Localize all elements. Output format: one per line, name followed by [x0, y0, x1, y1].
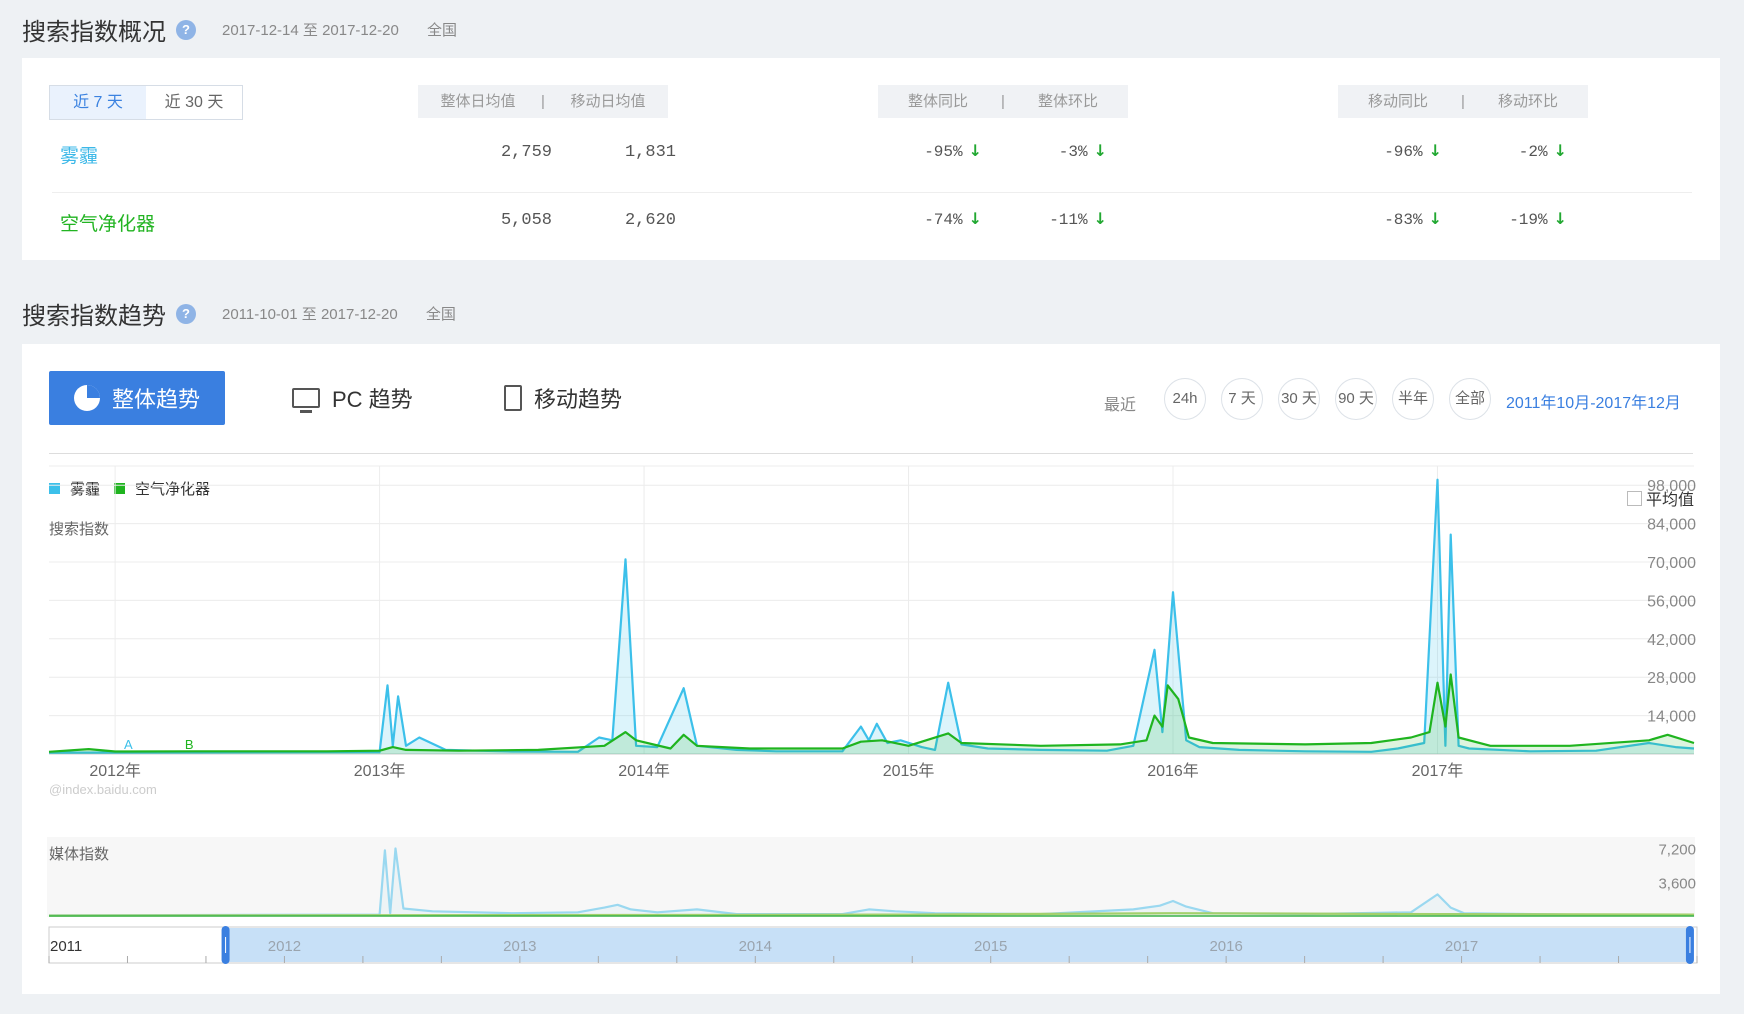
down-arrow-icon: ↓ — [1428, 141, 1442, 160]
navigator-tick-label: 2011 — [50, 938, 82, 955]
header-sep: | — [1461, 93, 1465, 110]
overall-daily-avg: 5,058 — [500, 211, 552, 230]
trend-meta: 2011-10-01 至 2017-12-20 全国 — [222, 303, 456, 324]
trend-chart-area: 搜索指数 @index.baidu.com 14,000 28,000 42,000… — [47, 465, 1698, 964]
media-y-label: 媒体指数 — [49, 846, 109, 863]
overview-date-range: 2017-12-14 至 2017-12-20 — [222, 22, 399, 39]
down-arrow-icon: ↓ — [968, 209, 982, 228]
overall-mom: -3% ↓ — [1017, 141, 1107, 161]
keyword-link[interactable]: 雾霾 — [60, 141, 98, 168]
x-tick-label: 2017年 — [1412, 762, 1464, 780]
main-x-ticks: 2012年 2013年 2014年 2015年 2016年 2017年 — [89, 762, 1463, 780]
mobile-yoy: -83% ↓ — [1352, 209, 1442, 229]
mobile-mom-value: -2% — [1518, 143, 1548, 161]
keyword-link[interactable]: 空气净化器 — [60, 209, 155, 236]
overview-region: 全国 — [426, 22, 457, 39]
header-mobile-avg: 移动日均值 — [570, 93, 646, 110]
x-tick-label: 2015年 — [883, 762, 935, 780]
overall-mom: -11% ↓ — [1017, 209, 1107, 229]
header-overall-yoy: 整体同比 — [907, 93, 968, 110]
header-overall-change: 整体同比 | 整体环比 — [878, 85, 1128, 118]
overall-mom-value: -3% — [1058, 143, 1088, 161]
header-overall-avg: 整体日均值 — [440, 93, 516, 110]
trend-card: 整体趋势 PC 趋势 移动趋势 最近 24h 7 天 30 天 90 天 半年 … — [22, 344, 1720, 994]
navigator-tick-label: 2016 — [1209, 938, 1242, 955]
y-tick-label: 70,000 — [1647, 555, 1696, 572]
header-sep: | — [541, 93, 545, 110]
event-markers[interactable]: AB — [124, 737, 193, 752]
down-arrow-icon: ↓ — [1553, 141, 1567, 160]
mobile-daily-avg: 2,620 — [624, 211, 676, 230]
overview-meta: 2017-12-14 至 2017-12-20 全国 — [222, 19, 457, 40]
header-mobile-yoy: 移动同比 — [1367, 93, 1428, 110]
header-mobile-change: 移动同比 | 移动环比 — [1338, 85, 1588, 118]
mobile-daily-avg: 1,831 — [624, 143, 676, 162]
header-overall-mom: 整体环比 — [1037, 93, 1098, 110]
range-navigator[interactable]: 2011 2012 2013 2014 2015 2016 2017 — [48, 926, 1698, 964]
overview-title: 搜索指数概况 — [22, 19, 166, 46]
trend-date-range: 2011-10-01 至 2017-12-20 — [222, 306, 398, 323]
help-icon[interactable]: ? — [176, 19, 196, 40]
overall-yoy: -74% ↓ — [892, 209, 982, 229]
header-mobile-mom: 移动环比 — [1497, 93, 1558, 110]
watermark: @index.baidu.com — [49, 782, 157, 797]
media-y-tick-label: 3,600 — [1658, 875, 1696, 892]
mobile-yoy: -96% ↓ — [1352, 141, 1442, 161]
navigator-tick-label: 2015 — [974, 938, 1007, 955]
trend-header: 搜索指数趋势 ? 2011-10-01 至 2017-12-20 全国 — [22, 296, 456, 331]
mobile-yoy-value: -83% — [1384, 211, 1423, 229]
row-divider — [52, 192, 1692, 193]
mobile-mom: -19% ↓ — [1477, 209, 1567, 229]
down-arrow-icon: ↓ — [1093, 141, 1107, 160]
x-tick-label: 2013年 — [354, 762, 406, 780]
overview-header: 搜索指数概况 ? 2017-12-14 至 2017-12-20 全国 — [22, 12, 457, 47]
y-tick-label: 84,000 — [1647, 517, 1696, 534]
help-icon[interactable]: ? — [176, 303, 196, 324]
tab-7-days[interactable]: 近 7 天 — [50, 86, 146, 119]
media-chart: 媒体指数 3,600 7,200 — [47, 837, 1696, 917]
mobile-yoy-value: -96% — [1384, 143, 1423, 161]
overall-daily-avg: 2,759 — [500, 143, 552, 162]
overall-yoy: -95% ↓ — [892, 141, 982, 161]
navigator-tick-label: 2014 — [739, 938, 772, 955]
y-tick-label: 42,000 — [1647, 632, 1696, 649]
overall-yoy-value: -95% — [924, 143, 963, 161]
mobile-mom: -2% ↓ — [1477, 141, 1567, 161]
x-tick-label: 2012年 — [89, 762, 141, 780]
down-arrow-icon: ↓ — [1553, 209, 1567, 228]
y-tick-label: 28,000 — [1647, 670, 1696, 687]
event-marker: A — [124, 737, 133, 752]
event-marker: B — [185, 737, 194, 752]
media-y-tick-label: 7,200 — [1658, 842, 1696, 859]
overall-mom-value: -11% — [1049, 211, 1088, 229]
y-tick-label: 14,000 — [1647, 709, 1696, 726]
navigator-tick-label: 2012 — [268, 938, 301, 955]
main-y-label: 搜索指数 — [49, 521, 109, 538]
x-tick-label: 2014年 — [618, 762, 670, 780]
tab-30-days[interactable]: 近 30 天 — [146, 86, 242, 119]
y-tick-label: 98,000 — [1647, 478, 1696, 495]
range-tabs: 近 7 天 近 30 天 — [49, 85, 243, 120]
trend-title: 搜索指数趋势 — [22, 303, 166, 330]
x-tick-label: 2016年 — [1147, 762, 1199, 780]
overall-yoy-value: -74% — [924, 211, 963, 229]
y-tick-label: 56,000 — [1647, 593, 1696, 610]
trend-region: 全国 — [425, 306, 456, 323]
mobile-mom-value: -19% — [1509, 211, 1548, 229]
header-sep: | — [1001, 93, 1005, 110]
overview-card: 近 7 天 近 30 天 整体日均值 | 移动日均值 整体同比 | 整体环比 移… — [22, 58, 1720, 260]
navigator-tick-label: 2017 — [1445, 938, 1478, 955]
header-daily-avg: 整体日均值 | 移动日均值 — [418, 85, 668, 118]
down-arrow-icon: ↓ — [1428, 209, 1442, 228]
main-y-ticks: 14,000 28,000 42,000 56,000 70,000 84,000 98,0… — [1647, 478, 1696, 725]
main-chart: 搜索指数 @index.baidu.com 14,000 28,000 42,000… — [48, 465, 1696, 797]
down-arrow-icon: ↓ — [1093, 209, 1107, 228]
navigator-tick-label: 2013 — [503, 938, 536, 955]
down-arrow-icon: ↓ — [968, 141, 982, 160]
